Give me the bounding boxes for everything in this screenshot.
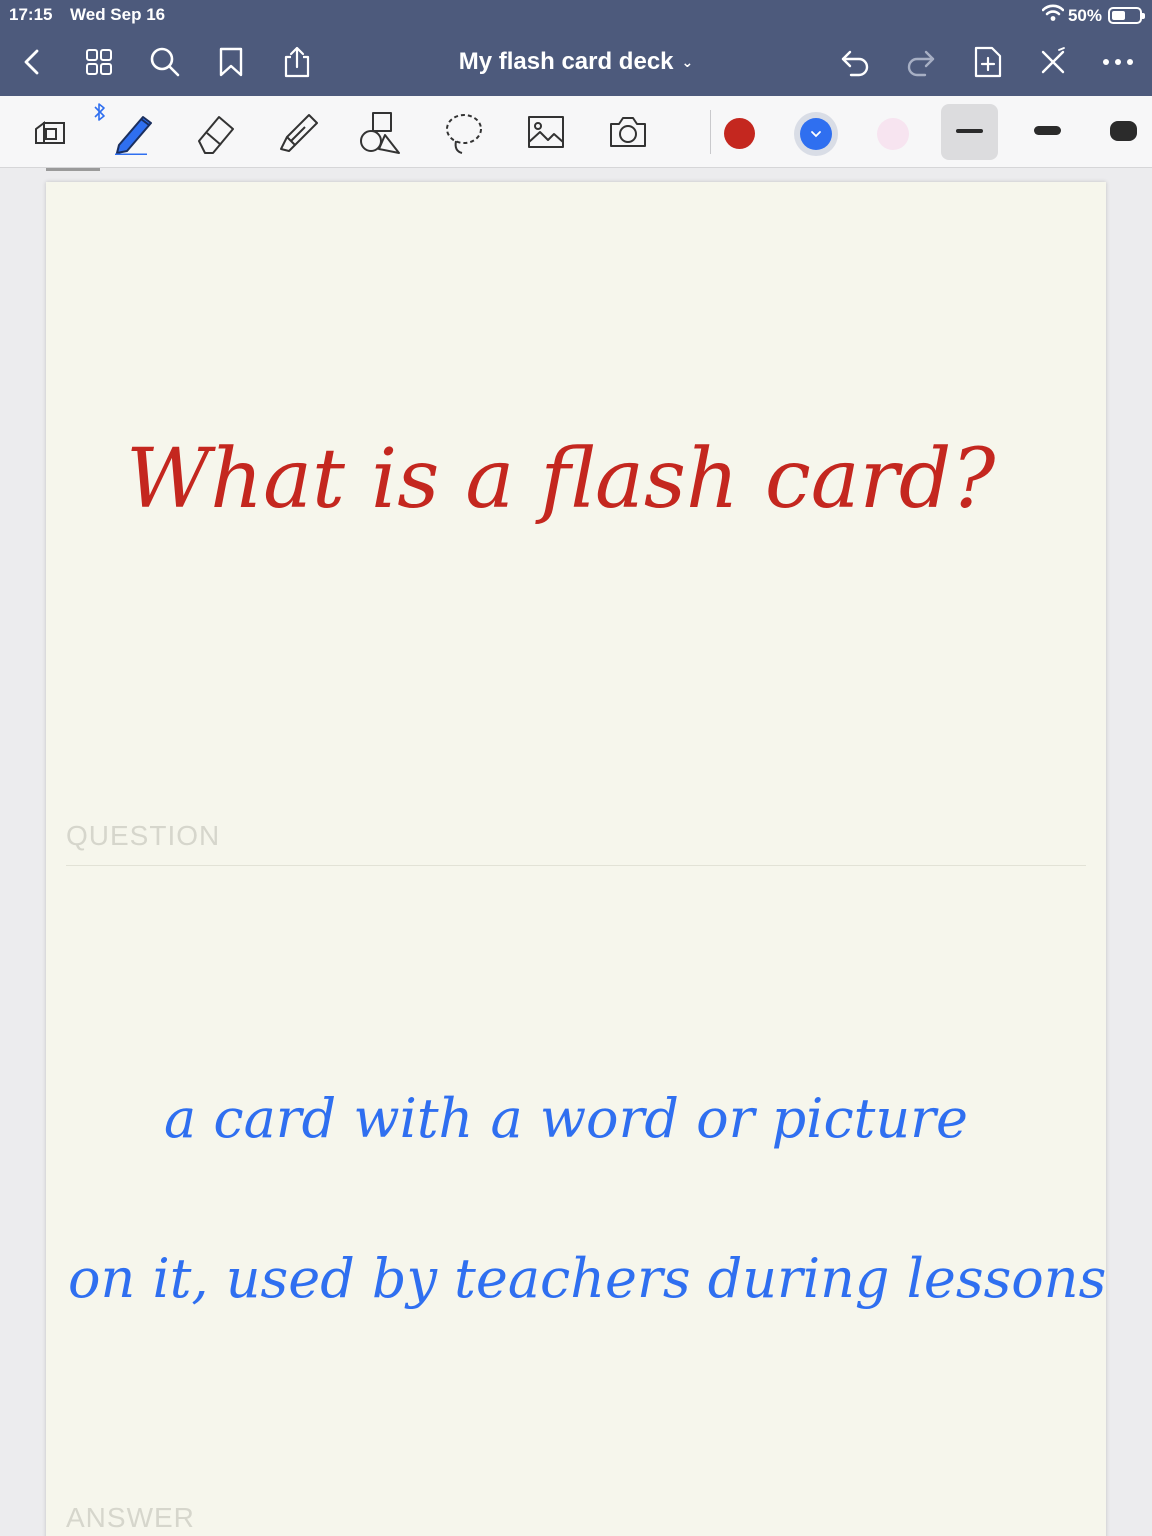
wifi-icon [1041, 4, 1065, 27]
status-time: 17:15 [9, 5, 53, 24]
flash-card-page[interactable]: What is a flash card? QUESTION a card wi… [46, 182, 1106, 1536]
reading-mode-icon[interactable] [26, 108, 74, 156]
toolbar-divider [710, 110, 711, 154]
eraser-icon[interactable] [192, 108, 240, 156]
image-icon[interactable] [522, 108, 570, 156]
status-bar: 17:15 Wed Sep 16 50% [0, 0, 1152, 30]
battery-level [1112, 11, 1125, 20]
close-edit-icon[interactable] [1035, 44, 1071, 80]
question-divider [66, 865, 1086, 866]
undo-icon[interactable] [837, 44, 873, 80]
chevron-down-icon [811, 131, 821, 138]
stroke-size-thin-icon [956, 129, 983, 133]
answer-label: ANSWER [66, 1502, 195, 1533]
chevron-down-icon: ⌄ [681, 54, 694, 71]
status-right: 50% [1041, 4, 1145, 27]
color-swatch-blue[interactable] [800, 118, 832, 150]
highlighter-icon[interactable] [274, 108, 322, 156]
question-handwriting: What is a flash card? [126, 432, 996, 527]
camera-icon[interactable] [604, 108, 652, 156]
pen-icon[interactable] [110, 108, 158, 156]
lasso-icon[interactable] [439, 108, 487, 156]
page-indicator [46, 168, 100, 171]
stroke-size-thick[interactable] [1110, 121, 1137, 141]
battery-icon [1108, 7, 1145, 24]
answer-handwriting-line1: a card with a word or picture [164, 1087, 968, 1150]
shapes-icon[interactable] [356, 108, 404, 156]
question-label: QUESTION [66, 820, 221, 851]
color-swatch-pink[interactable] [877, 118, 909, 150]
color-swatch-red[interactable] [724, 118, 755, 149]
add-page-icon[interactable] [970, 44, 1006, 80]
status-date: Wed Sep 16 [70, 5, 166, 24]
battery-percent: 50% [1067, 5, 1102, 25]
more-icon[interactable] [1100, 44, 1136, 80]
answer-handwriting-line2: on it, used by teachers during lessons [68, 1247, 1107, 1310]
document-title-text: My flash card deck [458, 48, 674, 75]
nav-bar: My flash card deck ⌄ [0, 30, 1152, 96]
redo-icon[interactable] [903, 44, 939, 80]
stroke-size-medium[interactable] [1034, 126, 1061, 135]
